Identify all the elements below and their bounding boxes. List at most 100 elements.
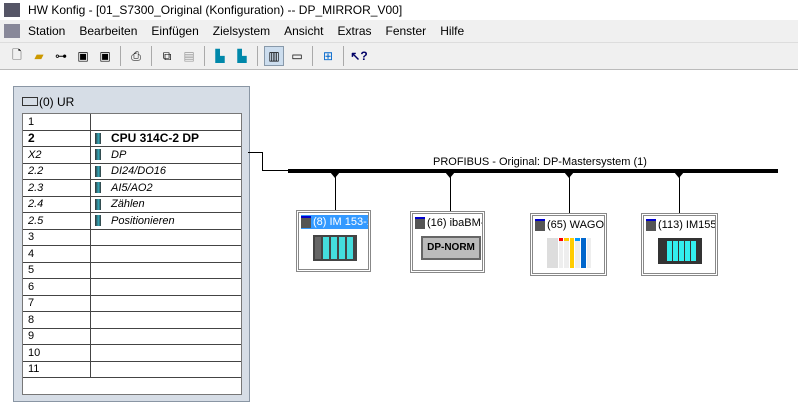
- window-title: HW Konfig - [01_S7300_Original (Konfigur…: [28, 3, 403, 17]
- menu-ansicht[interactable]: Ansicht: [284, 24, 323, 38]
- netpro-icon[interactable]: ⊞: [319, 47, 337, 65]
- slot-module: [91, 345, 241, 361]
- rack-ur[interactable]: (0) UR 1 2 CPU 314C-2 DP X2 DP 2.2 DI24/DO16 2.…: [13, 86, 250, 402]
- device-label: (16) ibaBM-DP: [427, 217, 482, 229]
- slot-number: 10: [23, 345, 91, 361]
- rack-slot-row[interactable]: 7: [23, 295, 241, 312]
- rack-slot-row[interactable]: 2.4 Zählen: [23, 196, 241, 213]
- menu-bearbeiten[interactable]: Bearbeiten: [79, 24, 137, 38]
- dp-slave-device[interactable]: (8) IM 153-1: [296, 210, 371, 272]
- slot-number: 2.2: [23, 163, 91, 179]
- menu-bar: Station Bearbeiten Einfügen Zielsystem A…: [0, 20, 798, 42]
- slot-module: [91, 263, 241, 279]
- master-link: [262, 152, 263, 171]
- save-icon[interactable]: ▣: [74, 47, 92, 65]
- slot-module: DI24/DO16: [91, 164, 241, 180]
- window-icon[interactable]: ▭: [288, 47, 306, 65]
- device-label: (113) IM155: [658, 219, 715, 231]
- slot-module: Positionieren: [91, 213, 241, 229]
- slot-number: 2.5: [23, 213, 91, 229]
- module-icon: [95, 132, 101, 144]
- catalog-icon[interactable]: ▥: [264, 46, 284, 66]
- menu-station[interactable]: Station: [28, 24, 65, 38]
- module-name: DP: [111, 148, 127, 161]
- device-label: (65) WAGO: [547, 219, 604, 231]
- dp-slave-icon: [646, 219, 656, 231]
- bus-connector: [674, 172, 684, 178]
- print-icon[interactable]: ⎙: [127, 47, 145, 65]
- title-bar: HW Konfig - [01_S7300_Original (Konfigur…: [0, 0, 798, 20]
- slot-number: 11: [23, 361, 91, 377]
- device-image: [547, 238, 592, 268]
- module-icon: [95, 149, 101, 161]
- slot-module: [91, 246, 241, 262]
- slot-number: 3: [23, 229, 91, 245]
- slot-number: 1: [23, 114, 91, 130]
- save-compile-icon[interactable]: ▣: [96, 47, 114, 65]
- device-image: [313, 235, 357, 263]
- rack-slot-row[interactable]: 10: [23, 345, 241, 362]
- dp-slave-device[interactable]: (16) ibaBM-DP DP-NORM: [410, 211, 485, 273]
- slot-module: [91, 312, 241, 328]
- rack-slot-row[interactable]: 1: [23, 114, 241, 131]
- slot-number: 8: [23, 312, 91, 328]
- bus-connector: [564, 172, 574, 178]
- download-icon[interactable]: ▙: [211, 47, 229, 65]
- rack-slot-row[interactable]: 11: [23, 361, 241, 378]
- module-name: AI5/AO2: [111, 181, 153, 194]
- paste-icon[interactable]: ▤: [180, 47, 198, 65]
- rack-icon: [22, 97, 38, 106]
- slot-module: [91, 114, 241, 130]
- rack-slot-row[interactable]: 9: [23, 328, 241, 345]
- app-icon: [4, 3, 20, 17]
- rack-slot-row[interactable]: 2 CPU 314C-2 DP: [23, 130, 241, 147]
- rack-slot-row[interactable]: 8: [23, 312, 241, 329]
- rack-slot-row[interactable]: 3: [23, 229, 241, 246]
- new-icon[interactable]: 🗋: [8, 47, 26, 65]
- menu-hilfe[interactable]: Hilfe: [440, 24, 464, 38]
- rack-slot-row[interactable]: 2.5 Positionieren: [23, 213, 241, 230]
- rack-slot-row[interactable]: X2 DP: [23, 147, 241, 164]
- module-icon: [95, 182, 101, 194]
- menu-fenster[interactable]: Fenster: [386, 24, 427, 38]
- device-image: DP-NORM: [421, 236, 481, 264]
- upload-icon[interactable]: ▙: [233, 47, 251, 65]
- help-icon[interactable]: ↖?: [350, 47, 368, 65]
- network-icon[interactable]: ⊶: [52, 47, 70, 65]
- profibus-line[interactable]: [288, 169, 778, 173]
- module-icon: [95, 215, 101, 227]
- copy-icon[interactable]: ⧉: [158, 47, 176, 65]
- slot-module: [91, 329, 241, 345]
- toolbar: 🗋 ▰ ⊶ ▣ ▣ ⎙ ⧉ ▤ ▙ ▙ ▥ ▭ ⊞ ↖?: [0, 42, 798, 70]
- dp-slave-device[interactable]: (65) WAGO: [530, 213, 607, 276]
- master-link: [262, 170, 288, 171]
- bus-drop-line: [569, 172, 570, 213]
- doc-icon[interactable]: [4, 24, 20, 38]
- slot-module: DP: [91, 147, 241, 163]
- menu-zielsystem[interactable]: Zielsystem: [213, 24, 270, 38]
- slot-module: AI5/AO2: [91, 180, 241, 196]
- module-name: Zählen: [111, 198, 145, 211]
- slot-number: 2.4: [23, 196, 91, 212]
- menu-extras[interactable]: Extras: [337, 24, 371, 38]
- module-name: CPU 314C-2 DP: [111, 131, 200, 146]
- rack-slot-row[interactable]: 4: [23, 246, 241, 263]
- bus-connector: [445, 172, 455, 178]
- bus-connector: [330, 172, 340, 178]
- slot-module: [91, 279, 241, 295]
- rack-slot-row[interactable]: 2.3 AI5/AO2: [23, 180, 241, 197]
- slot-module: [91, 362, 241, 378]
- rack-slot-row[interactable]: 5: [23, 262, 241, 279]
- rack-slot-row[interactable]: 2.2 DI24/DO16: [23, 163, 241, 180]
- rack-table: 1 2 CPU 314C-2 DP X2 DP 2.2 DI24/DO16 2.3 AI5/AO…: [22, 113, 242, 395]
- dp-slave-device[interactable]: (113) IM155: [641, 213, 718, 276]
- slot-number: 2.3: [23, 180, 91, 196]
- slot-number: 6: [23, 279, 91, 295]
- open-icon[interactable]: ▰: [30, 47, 48, 65]
- module-name: Positionieren: [111, 214, 175, 227]
- slot-module: Zählen: [91, 197, 241, 213]
- rack-slot-row[interactable]: 6: [23, 279, 241, 296]
- module-name: DI24/DO16: [111, 165, 167, 178]
- slot-number: 2: [23, 130, 91, 146]
- menu-einfuegen[interactable]: Einfügen: [151, 24, 198, 38]
